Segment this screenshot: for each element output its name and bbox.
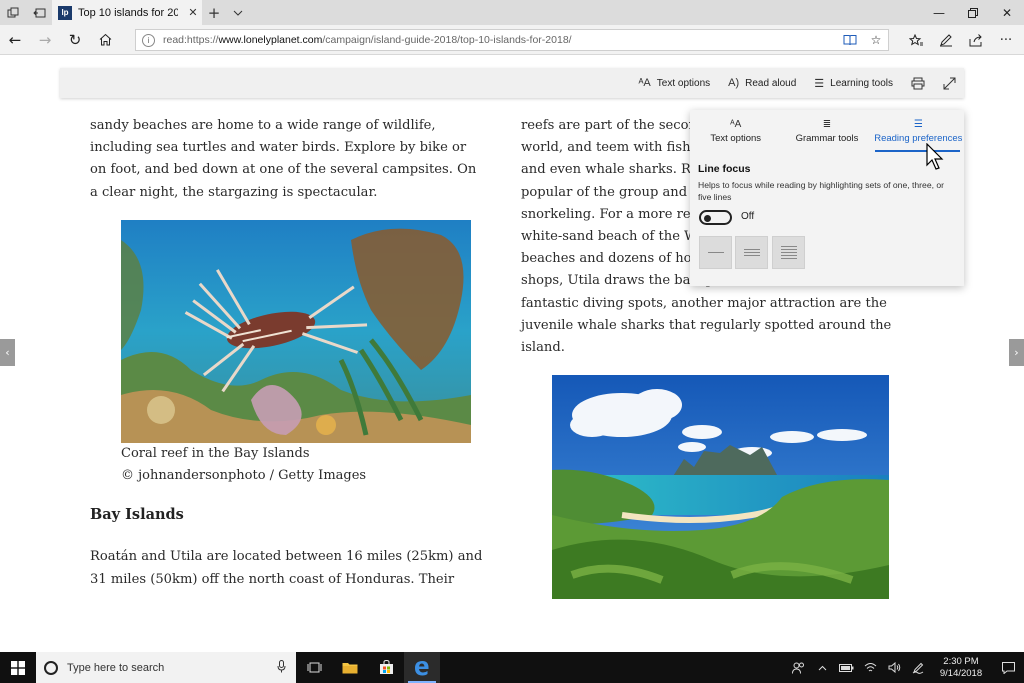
cortana-icon bbox=[44, 660, 58, 675]
mouse-cursor-icon bbox=[926, 143, 944, 170]
battery-icon[interactable] bbox=[834, 663, 858, 672]
tab-label: Text options bbox=[710, 132, 762, 144]
url-field[interactable]: i read:https://www.lonelyplanet.com/camp… bbox=[135, 29, 889, 51]
learning-tools-label: Learning tools bbox=[830, 77, 893, 89]
grammar-tools-icon: ≣ bbox=[822, 118, 832, 130]
five-line-focus-button[interactable] bbox=[772, 236, 805, 269]
url-path: /campaign/island-guide-2018/top-10-islan… bbox=[322, 34, 572, 46]
file-explorer-icon[interactable] bbox=[332, 652, 368, 683]
tab-active[interactable]: lp Top 10 islands for 2018 ✕ bbox=[52, 0, 202, 25]
chevron-down-icon[interactable] bbox=[226, 0, 250, 25]
lonely-planet-favicon-icon: lp bbox=[58, 5, 72, 20]
minimize-icon[interactable]: — bbox=[922, 0, 956, 25]
action-center-icon[interactable] bbox=[992, 661, 1024, 674]
new-tab-icon[interactable]: + bbox=[202, 0, 226, 25]
home-icon[interactable] bbox=[90, 25, 120, 55]
read-aloud-label: Read aloud bbox=[745, 77, 797, 89]
learning-tools-button[interactable]: ☰ Learning tools bbox=[814, 77, 893, 90]
favorite-star-icon[interactable]: ☆ bbox=[868, 32, 884, 48]
print-icon bbox=[911, 77, 925, 89]
set-tabs-aside-icon[interactable] bbox=[26, 0, 52, 25]
microphone-icon[interactable] bbox=[277, 660, 286, 676]
tab-grammar-tools[interactable]: ≣ Grammar tools bbox=[781, 110, 872, 152]
previous-page-arrow-icon[interactable]: ‹ bbox=[0, 339, 15, 366]
clock-time: 2:30 PM bbox=[943, 655, 979, 667]
taskbar: Type here to search 2:30 PM 9/14/2018 bbox=[0, 652, 1024, 683]
article-paragraph: sandy beaches are home to a wide range o… bbox=[90, 118, 477, 200]
url-domain: www.lonelyplanet.com bbox=[218, 34, 323, 46]
favorites-hub-icon[interactable] bbox=[905, 29, 927, 51]
photo-caption: Coral reef in the Bay Islands © johnande… bbox=[121, 443, 366, 487]
more-options-icon[interactable]: ··· bbox=[995, 29, 1017, 51]
one-line-focus-button[interactable] bbox=[699, 236, 732, 269]
title-bar: lp Top 10 islands for 2018 ✕ + — ✕ bbox=[0, 0, 1024, 25]
close-tab-icon[interactable]: ✕ bbox=[184, 6, 202, 19]
search-placeholder: Type here to search bbox=[67, 661, 165, 674]
article-left-column: sandy beaches are home to a wide range o… bbox=[90, 115, 480, 204]
store-icon[interactable] bbox=[368, 652, 404, 683]
text-options-icon: ᴬA bbox=[638, 77, 651, 89]
close-window-icon[interactable]: ✕ bbox=[990, 0, 1024, 25]
line-focus-title: Line focus bbox=[698, 163, 751, 175]
island-photo bbox=[552, 375, 889, 599]
forward-arrow-icon[interactable]: → bbox=[30, 25, 60, 55]
restore-icon[interactable] bbox=[956, 0, 990, 25]
clock-date: 9/14/2018 bbox=[939, 667, 983, 679]
flyout-tabs: ᴬA Text options ≣ Grammar tools ☰ Readin… bbox=[690, 110, 964, 152]
expand-icon bbox=[943, 77, 956, 89]
print-button[interactable] bbox=[911, 77, 925, 90]
reading-preferences-icon: ☰ bbox=[913, 118, 923, 130]
system-clock[interactable]: 2:30 PM 9/14/2018 bbox=[930, 656, 992, 680]
coral-reef-photo bbox=[121, 220, 471, 443]
learning-tools-icon: ☰ bbox=[814, 77, 825, 90]
system-tray: 2:30 PM 9/14/2018 bbox=[786, 652, 1024, 683]
read-aloud-icon: A) bbox=[728, 77, 740, 89]
pen-workspace-icon[interactable] bbox=[906, 662, 930, 674]
reading-view-icon[interactable] bbox=[842, 32, 858, 48]
volume-icon[interactable] bbox=[882, 662, 906, 673]
text-options-button[interactable]: ᴬA Text options bbox=[638, 77, 710, 89]
task-view-icon[interactable] bbox=[296, 652, 332, 683]
text-options-icon: ᴬA bbox=[730, 118, 742, 130]
edge-browser-icon[interactable] bbox=[404, 652, 440, 683]
full-screen-button[interactable] bbox=[943, 77, 956, 90]
tab-label: Grammar tools bbox=[795, 132, 859, 144]
three-line-focus-button[interactable] bbox=[735, 236, 768, 269]
people-icon[interactable] bbox=[786, 662, 810, 674]
tab-reading-preferences[interactable]: ☰ Reading preferences bbox=[873, 110, 964, 152]
tab-title: Top 10 islands for 2018 bbox=[78, 6, 178, 19]
wifi-icon[interactable] bbox=[858, 662, 882, 673]
next-page-arrow-icon[interactable]: › bbox=[1009, 339, 1024, 366]
back-arrow-icon[interactable]: ← bbox=[0, 25, 30, 55]
address-bar: ← → ↻ i read:https://www.lonelyplanet.co… bbox=[0, 25, 1024, 55]
line-focus-toggle[interactable] bbox=[699, 210, 732, 225]
tab-text-options[interactable]: ᴬA Text options bbox=[690, 110, 781, 152]
url-prefix: read:https:// bbox=[163, 34, 219, 46]
tab-label: Reading preferences bbox=[874, 132, 963, 144]
line-focus-description: Helps to focus while reading by highligh… bbox=[698, 180, 945, 202]
refresh-icon[interactable]: ↻ bbox=[60, 25, 90, 55]
caption-credit: © johnandersonphoto / Getty Images bbox=[121, 468, 367, 483]
windows-start-icon[interactable] bbox=[0, 652, 36, 683]
taskbar-search-input[interactable]: Type here to search bbox=[36, 652, 296, 683]
article-paragraph: Roatán and Utila are located between 16 … bbox=[90, 549, 483, 587]
info-icon[interactable]: i bbox=[142, 33, 155, 47]
show-hidden-icons-chevron-icon[interactable] bbox=[810, 665, 834, 671]
toggle-state-label: Off bbox=[741, 211, 755, 222]
text-line: fantastic diving spots, another major at… bbox=[521, 295, 887, 311]
toggle-knob bbox=[704, 214, 711, 222]
text-line: island. bbox=[521, 340, 565, 356]
read-aloud-button[interactable]: A) Read aloud bbox=[728, 77, 796, 89]
text-options-label: Text options bbox=[656, 77, 711, 89]
text-line: juvenile whale sharks that regularly spo… bbox=[521, 317, 892, 333]
pen-icon[interactable] bbox=[935, 29, 957, 51]
tab-actions-icon[interactable] bbox=[0, 0, 26, 25]
section-heading: Bay Islands bbox=[90, 506, 184, 523]
caption-title: Coral reef in the Bay Islands bbox=[121, 446, 310, 461]
reading-view-toolbar: ᴬA Text options A) Read aloud ☰ Learning… bbox=[60, 68, 964, 98]
share-icon[interactable] bbox=[965, 29, 987, 51]
learning-tools-flyout: ᴬA Text options ≣ Grammar tools ☰ Readin… bbox=[690, 110, 964, 286]
